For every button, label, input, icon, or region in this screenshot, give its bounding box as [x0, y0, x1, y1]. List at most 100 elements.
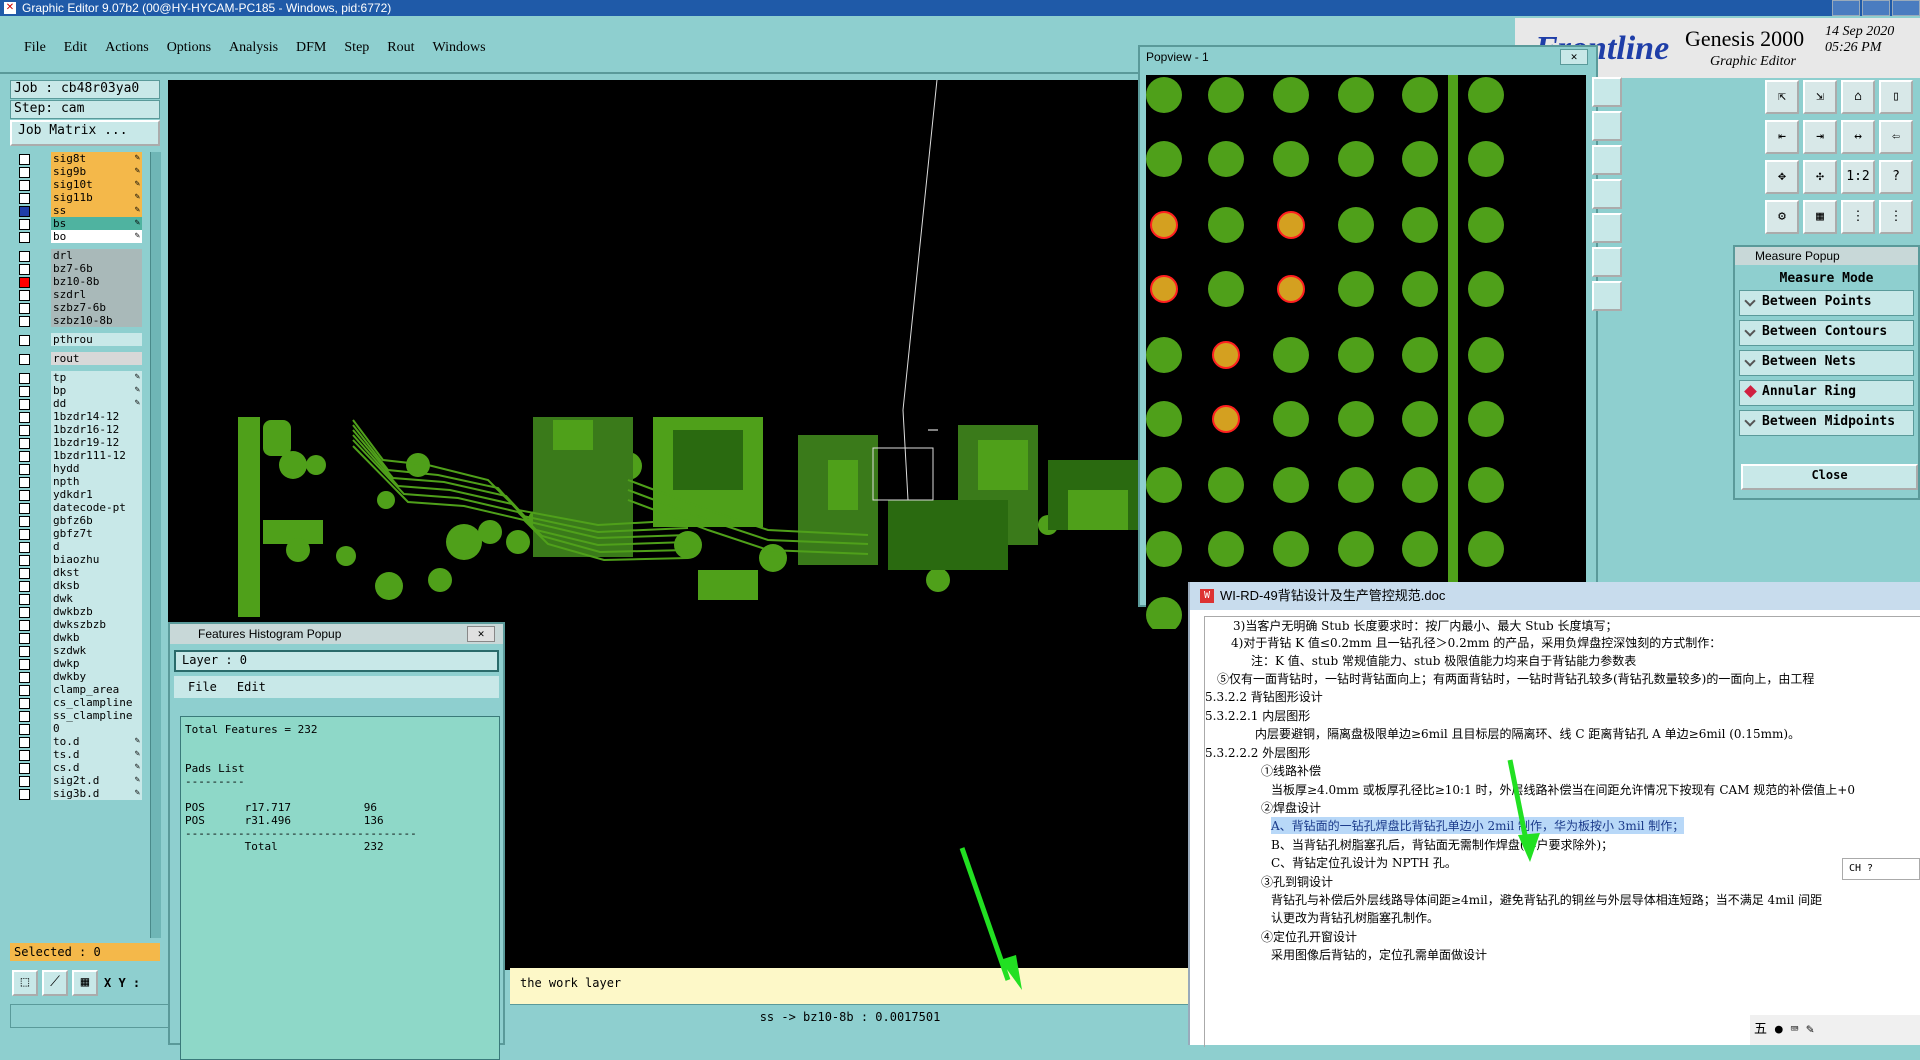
menu-options[interactable]: Options	[167, 40, 211, 56]
layer-row[interactable]: sig9b ✎	[14, 165, 142, 178]
layer-checkbox-icon[interactable]	[19, 167, 30, 178]
layer-checkbox-icon[interactable]	[19, 633, 30, 644]
histogram-menu-file[interactable]: File	[188, 676, 217, 698]
layer-checkbox-icon[interactable]	[19, 264, 30, 275]
layer-checkbox-icon[interactable]	[19, 354, 30, 365]
layer-row[interactable]: dwkp	[14, 657, 142, 670]
layer-row[interactable]: drl	[14, 249, 142, 262]
layer-checkbox-icon[interactable]	[19, 789, 30, 800]
measure-option-between-midpoints[interactable]: Between Midpoints	[1739, 410, 1914, 436]
layer-checkbox-icon[interactable]	[19, 219, 30, 230]
layer-row[interactable]: bo ✎	[14, 230, 142, 243]
layer-row[interactable]: npth	[14, 475, 142, 488]
toolbar-button-icon[interactable]: ⚙	[1765, 200, 1799, 234]
layer-checkbox-icon[interactable]	[19, 568, 30, 579]
popview-tool-7[interactable]	[1592, 281, 1622, 311]
layer-row[interactable]: ts.d ✎	[14, 748, 142, 761]
layer-row[interactable]: szdrl	[14, 288, 142, 301]
menu-edit[interactable]: Edit	[64, 40, 87, 56]
document-body[interactable]: 3)当客户无明确 Stub 长度要求时：按厂内最小、最大 Stub 长度填写； 4…	[1204, 616, 1920, 1047]
layer-checkbox-icon[interactable]	[19, 490, 30, 501]
layer-row[interactable]: gbfz6b	[14, 514, 142, 527]
ime-indicator[interactable]: CH ?	[1842, 858, 1920, 880]
layer-checkbox-icon[interactable]	[19, 659, 30, 670]
layer-checkbox-icon[interactable]	[19, 412, 30, 423]
toolbar-button-icon[interactable]: ↔	[1841, 120, 1875, 154]
layer-row[interactable]: sig2t.d ✎	[14, 774, 142, 787]
toolbar-button-icon[interactable]: ⇥	[1803, 120, 1837, 154]
layer-checkbox-icon[interactable]	[19, 620, 30, 631]
measure-option-between-points[interactable]: Between Points	[1739, 290, 1914, 316]
layer-row[interactable]: cs.d ✎	[14, 761, 142, 774]
layer-row[interactable]: szdwk	[14, 644, 142, 657]
layer-checkbox-icon[interactable]	[19, 277, 30, 288]
toolbar-button-icon[interactable]: ⋮	[1879, 200, 1913, 234]
layer-checkbox-icon[interactable]	[19, 516, 30, 527]
layer-checkbox-icon[interactable]	[19, 303, 30, 314]
layer-row[interactable]: sig8t ✎	[14, 152, 142, 165]
layer-row[interactable]: datecode-pt	[14, 501, 142, 514]
layer-checkbox-icon[interactable]	[19, 685, 30, 696]
layer-checkbox-icon[interactable]	[19, 737, 30, 748]
layer-list-scrollbar[interactable]	[150, 152, 161, 938]
layer-row[interactable]: szbz10-8b	[14, 314, 142, 327]
maximize-button[interactable]	[1862, 0, 1890, 16]
measure-option-between-nets[interactable]: Between Nets	[1739, 350, 1914, 376]
toolbar-button-icon[interactable]: ⇲	[1803, 80, 1837, 114]
layer-row[interactable]: dwkbzb	[14, 605, 142, 618]
layer-checkbox-icon[interactable]	[19, 335, 30, 346]
layer-row[interactable]: dksb	[14, 579, 142, 592]
layer-checkbox-icon[interactable]	[19, 776, 30, 787]
toolbar-button-icon[interactable]: ✥	[1765, 160, 1799, 194]
minimize-button[interactable]	[1832, 0, 1860, 16]
toolbar-button-icon[interactable]: ⇱	[1765, 80, 1799, 114]
layer-checkbox-icon[interactable]	[19, 529, 30, 540]
menu-step[interactable]: Step	[344, 40, 369, 56]
menu-file[interactable]: File	[24, 40, 46, 56]
toolbar-button-icon[interactable]: ⋮	[1841, 200, 1875, 234]
layer-checkbox-icon[interactable]	[19, 451, 30, 462]
layer-checkbox-icon[interactable]	[19, 542, 30, 553]
layer-row[interactable]: hydd	[14, 462, 142, 475]
layer-row[interactable]: tp ✎	[14, 371, 142, 384]
toolbar-button-icon[interactable]: ?	[1879, 160, 1913, 194]
layer-checkbox-icon[interactable]	[19, 386, 30, 397]
layer-checkbox-icon[interactable]	[19, 698, 30, 709]
toolbar-button-icon[interactable]: ⇤	[1765, 120, 1799, 154]
layer-row[interactable]: dwkb	[14, 631, 142, 644]
grid-icon[interactable]: ▦	[72, 970, 98, 996]
popview-canvas[interactable]	[1146, 75, 1586, 629]
layer-row[interactable]: ss ✎	[14, 204, 142, 217]
layer-checkbox-icon[interactable]	[19, 180, 30, 191]
layer-row[interactable]: to.d ✎	[14, 735, 142, 748]
layer-checkbox-icon[interactable]	[19, 750, 30, 761]
layer-checkbox-icon[interactable]	[19, 763, 30, 774]
layer-row[interactable]: bz7-6b	[14, 262, 142, 275]
layer-row[interactable]: 1bzdr14-12	[14, 410, 142, 423]
layer-checkbox-icon[interactable]	[19, 193, 30, 204]
layer-checkbox-icon[interactable]	[19, 154, 30, 165]
layer-row[interactable]: bs ✎	[14, 217, 142, 230]
popview-close-button[interactable]: ✕	[1560, 49, 1588, 65]
window-controls[interactable]	[1832, 0, 1920, 16]
layer-row[interactable]: biaozhu	[14, 553, 142, 566]
layer-row[interactable]: gbfz7t	[14, 527, 142, 540]
job-matrix-button[interactable]: Job Matrix ...	[10, 120, 160, 146]
menu-dfm[interactable]: DFM	[296, 40, 326, 56]
layer-checkbox-icon[interactable]	[19, 232, 30, 243]
toolbar-button-icon[interactable]: ▯	[1879, 80, 1913, 114]
layer-row[interactable]: cs_clampline	[14, 696, 142, 709]
layer-row[interactable]: bz10-8b	[14, 275, 142, 288]
layer-row[interactable]: 0	[14, 722, 142, 735]
layer-checkbox-icon[interactable]	[19, 316, 30, 327]
popview-tool-6[interactable]	[1592, 247, 1622, 277]
histogram-close-button[interactable]: ✕	[467, 626, 495, 642]
layer-checkbox-icon[interactable]	[19, 438, 30, 449]
layer-row[interactable]: dwkszbzb	[14, 618, 142, 631]
layer-row[interactable]: dwkby	[14, 670, 142, 683]
close-window-button[interactable]	[1892, 0, 1920, 16]
popview-tool-3[interactable]	[1592, 145, 1622, 175]
layer-checkbox-icon[interactable]	[19, 425, 30, 436]
layer-row[interactable]: 1bzdr16-12	[14, 423, 142, 436]
layer-checkbox-icon[interactable]	[19, 594, 30, 605]
